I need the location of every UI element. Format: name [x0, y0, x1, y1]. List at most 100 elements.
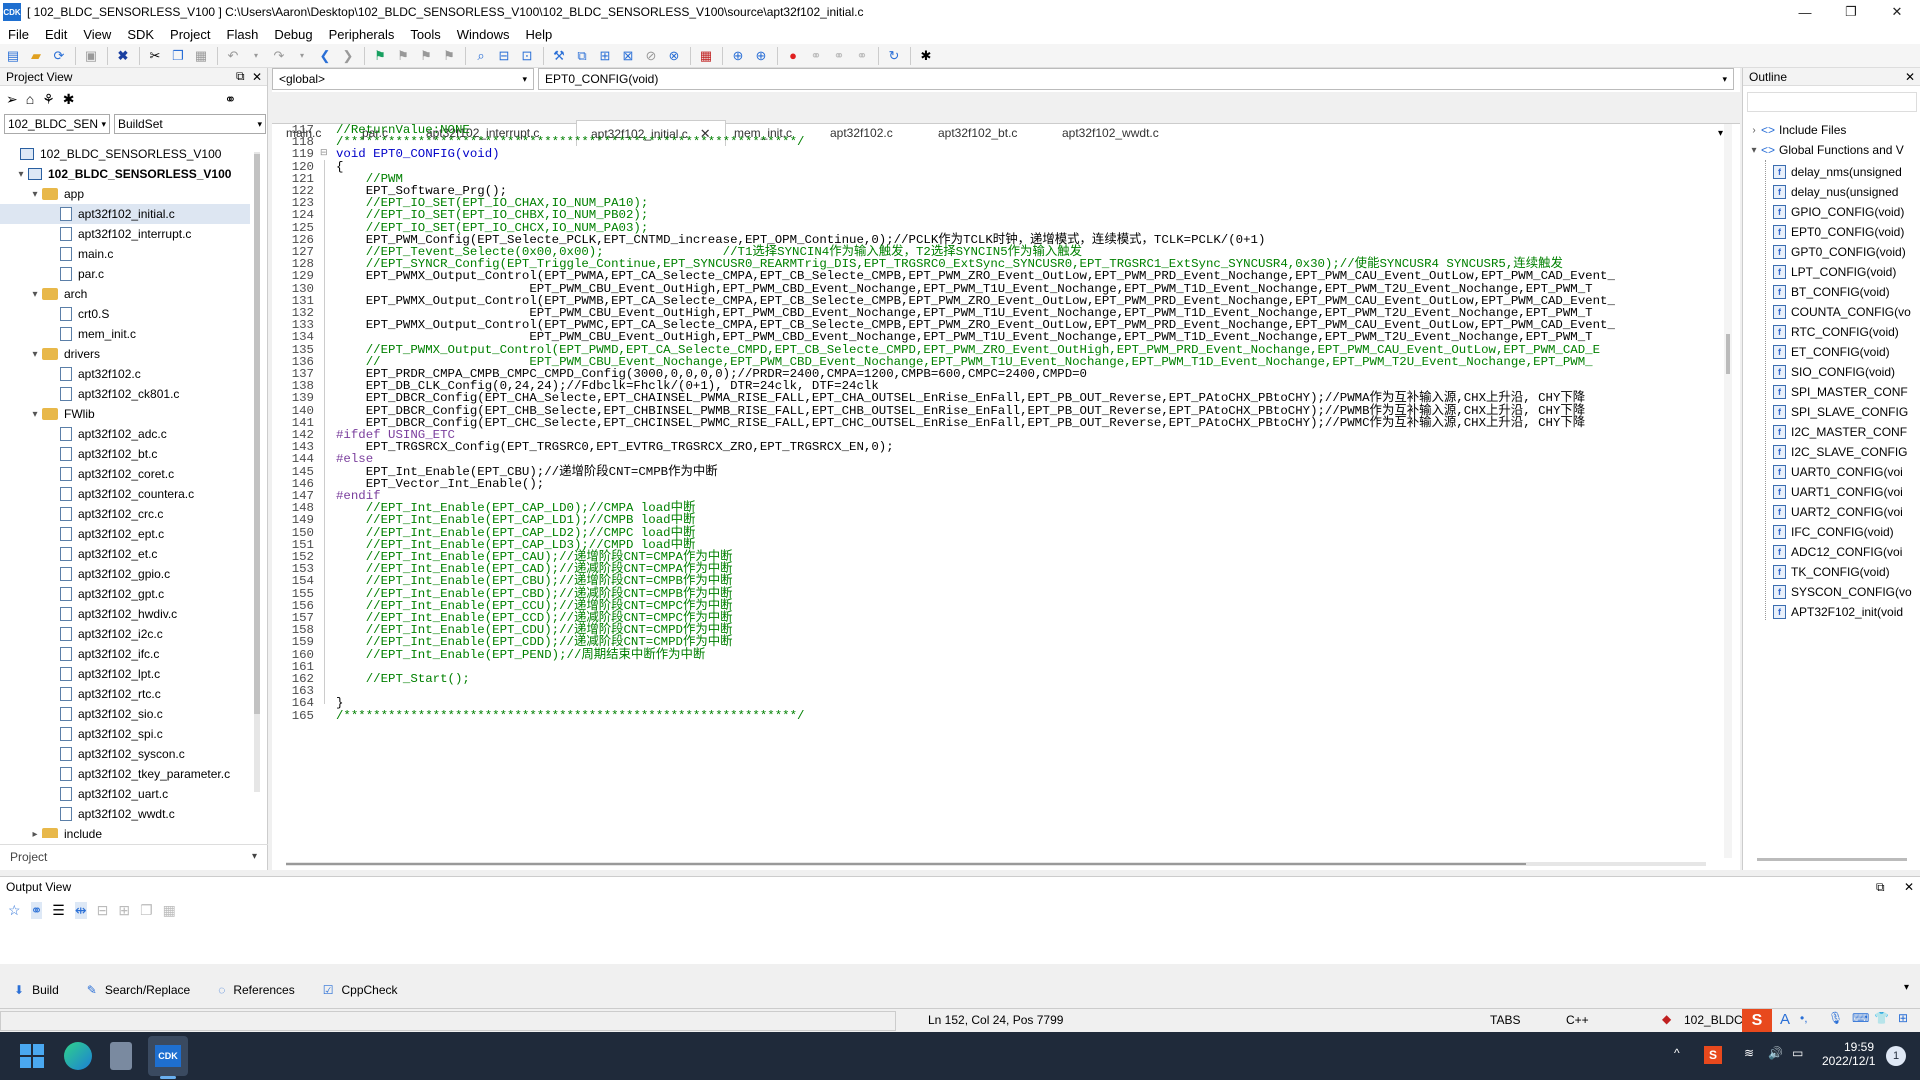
outline-item[interactable]: f RTC_CONFIG(void) — [1773, 322, 1920, 342]
code-editor[interactable]: 117//ReturnValue:NONE 118/***************… — [272, 124, 1712, 858]
code-line[interactable]: 119 void EPT0_CONFIG(void) — [272, 148, 1712, 161]
chevron-down-icon[interactable]: ▾ — [14, 169, 28, 180]
start-debug-icon[interactable]: ● — [782, 46, 804, 66]
batch-build-icon[interactable]: ⊠ — [617, 46, 639, 66]
refresh-icon[interactable]: ↻ — [883, 46, 905, 66]
menu-debug[interactable]: Debug — [266, 27, 320, 42]
bug-icon[interactable]: ✱ — [915, 46, 937, 66]
buildset-select[interactable]: BuildSet ▾ — [114, 114, 266, 134]
outline-item[interactable]: f GPT0_CONFIG(void) — [1773, 242, 1920, 262]
outline-group-includes[interactable]: › <> Include Files — [1747, 120, 1846, 140]
clean-icon[interactable]: ⊗ — [663, 46, 685, 66]
bookmark-flag-icon[interactable]: ⚑ — [369, 46, 391, 66]
tab-build[interactable]: ⬇ Build — [0, 976, 73, 1004]
word-wrap-icon[interactable]: ⇹ — [74, 901, 87, 919]
code-line[interactable]: 129 EPT_PWMX_Output_Control(EPT_PWMA,EPT… — [272, 270, 1712, 283]
outline-item[interactable]: f LPT_CONFIG(void) — [1773, 262, 1920, 282]
code-line[interactable]: 120 { — [272, 160, 1712, 173]
tree-item-workspace[interactable]: 102_BLDC_SENSORLESS_V100 — [0, 144, 250, 164]
tree-item-file[interactable]: apt32f102_rtc.c — [0, 684, 250, 704]
outline-item[interactable]: f UART0_CONFIG(voi — [1773, 462, 1920, 482]
code-line[interactable]: 130 EPT_PWM_CBU_Event_OutHigh,EPT_PWM_CB… — [272, 282, 1712, 295]
debug-step-icon[interactable]: ⚭ — [805, 46, 827, 66]
tree-item-file[interactable]: apt32f102_sio.c — [0, 704, 250, 724]
outline-item[interactable]: f TK_CONFIG(void) — [1773, 562, 1920, 582]
code-line[interactable]: 145 EPT_Int_Enable(EPT_CBU);//递增阶段CNT=CM… — [272, 465, 1712, 478]
tray-ime-icon[interactable]: S — [1704, 1046, 1722, 1064]
editor-hscrollbar-thumb[interactable] — [286, 863, 1526, 865]
outline-item[interactable]: f UART2_CONFIG(voi — [1773, 502, 1920, 522]
close-panel-icon[interactable]: ✕ — [1904, 880, 1914, 894]
tree-item-file[interactable]: apt32f102_coret.c — [0, 464, 250, 484]
tree-item-file[interactable]: apt32f102_spi.c — [0, 724, 250, 744]
menu-edit[interactable]: Edit — [37, 27, 75, 42]
outline-item[interactable]: f SYSCON_CONFIG(vo — [1773, 582, 1920, 602]
tree-item-folder[interactable]: ▾ FWlib — [0, 404, 250, 424]
tree-item-file[interactable]: apt32f102_lpt.c — [0, 664, 250, 684]
chevron-right-icon[interactable]: ▸ — [28, 829, 42, 839]
bookmark-prev-icon[interactable]: ⚑ — [392, 46, 414, 66]
tree-item-file[interactable]: main.c — [0, 244, 250, 264]
tree-item-file[interactable]: apt32f102_ept.c — [0, 524, 250, 544]
keyboard-icon[interactable]: ⌨ — [1852, 1011, 1869, 1025]
outline-item[interactable]: f SPI_MASTER_CONF — [1773, 382, 1920, 402]
ime-logo-icon[interactable]: S — [1742, 1009, 1772, 1033]
code-line[interactable]: 139 EPT_DBCR_Config(EPT_CHA_Selecte,EPT_… — [272, 392, 1712, 405]
edge-browser-icon[interactable] — [64, 1042, 92, 1070]
chevron-down-icon[interactable]: ▾ — [1904, 982, 1909, 993]
microphone-icon[interactable]: 🎙 — [1828, 1011, 1843, 1025]
save-output-icon[interactable]: ⊞ — [118, 902, 130, 919]
ime-lang-icon[interactable]: A — [1780, 1011, 1790, 1028]
chevron-right-icon[interactable]: › — [1747, 125, 1761, 136]
notification-badge[interactable]: 1 — [1886, 1046, 1906, 1066]
code-line[interactable]: 140 EPT_DBCR_Config(EPT_CHB_Selecte,EPT_… — [272, 404, 1712, 417]
chevron-down-icon[interactable]: ▾ — [28, 409, 42, 420]
outline-item[interactable]: f GPIO_CONFIG(void) — [1773, 202, 1920, 222]
home-icon[interactable]: ⌂ — [26, 91, 34, 107]
tree-item-file[interactable]: apt32f102_crc.c — [0, 504, 250, 524]
code-line[interactable]: 134 EPT_PWM_CBU_Event_OutHigh,EPT_PWM_CB… — [272, 331, 1712, 344]
code-line[interactable]: 141 EPT_DBCR_Config(EPT_CHC_Selecte,EPT_… — [272, 416, 1712, 429]
tree-item-file[interactable]: apt32f102_adc.c — [0, 424, 250, 444]
tray-chevron-up-icon[interactable]: ^ — [1674, 1046, 1680, 1060]
wifi-icon[interactable]: ≋ — [1744, 1046, 1754, 1060]
code-line[interactable]: 159 //EPT_Int_Enable(EPT_CDD);//递减阶段CNT=… — [272, 636, 1712, 649]
reload-icon[interactable]: ⟳ — [48, 46, 70, 66]
chevron-down-icon[interactable]: ▾ — [252, 851, 257, 862]
outline-item[interactable]: f ET_CONFIG(void) — [1773, 342, 1920, 362]
tree-item-file[interactable]: apt32f102_uart.c — [0, 784, 250, 804]
menu-project[interactable]: Project — [162, 27, 218, 42]
code-line[interactable]: 144 #else — [272, 453, 1712, 466]
outline-group-globals[interactable]: ▾ <> Global Functions and V — [1747, 140, 1903, 160]
tab-list-chevron-icon[interactable]: ▾ — [1718, 128, 1723, 139]
editor-vscrollbar-thumb[interactable] — [1726, 334, 1730, 374]
copy-output-icon[interactable]: ❐ — [140, 902, 153, 919]
tree-item-file[interactable]: apt32f102_gpt.c — [0, 584, 250, 604]
tree-item-file[interactable]: apt32f102_hwdiv.c — [0, 604, 250, 624]
outline-item[interactable]: f I2C_MASTER_CONF — [1773, 422, 1920, 442]
function-select[interactable]: EPT0_CONFIG(void) ▾ — [538, 68, 1734, 90]
outline-item[interactable]: f SPI_SLAVE_CONFIG — [1773, 402, 1920, 422]
editor-hscrollbar[interactable] — [286, 862, 1706, 866]
tab-cppcheck[interactable]: ☑ CppCheck — [309, 976, 412, 1004]
project-select[interactable]: 102_BLDC_SEN ▾ — [4, 114, 110, 134]
menu-tools[interactable]: Tools — [402, 27, 448, 42]
link-editor-icon[interactable]: ⚭ — [225, 91, 237, 108]
outline-filter-input[interactable] — [1747, 92, 1917, 112]
code-line[interactable]: 125 //EPT_IO_SET(EPT_IO_CHCX,IO_NUM_PA03… — [272, 221, 1712, 234]
tree-item-folder[interactable]: ▾ app — [0, 184, 250, 204]
tree-item-file[interactable]: apt32f102_et.c — [0, 544, 250, 564]
tree-scrollbar[interactable] — [254, 152, 260, 792]
menu-peripherals[interactable]: Peripherals — [321, 27, 403, 42]
outline-item[interactable]: f IFC_CONFIG(void) — [1773, 522, 1920, 542]
tree-item-file[interactable]: apt32f102_syscon.c — [0, 744, 250, 764]
navigate-forward-icon[interactable]: ❯ — [337, 46, 359, 66]
close-panel-icon[interactable]: ✕ — [1905, 70, 1915, 84]
menu-file[interactable]: File — [0, 27, 37, 42]
outline-item[interactable]: f SIO_CONFIG(void) — [1773, 362, 1920, 382]
build-icon[interactable]: ⚒ — [548, 46, 570, 66]
outline-item[interactable]: f UART1_CONFIG(voi — [1773, 482, 1920, 502]
code-line[interactable]: 161 — [272, 660, 1712, 673]
tab-search-replace[interactable]: ✎ Search/Replace — [73, 976, 204, 1004]
find-in-files-icon[interactable]: ⊟ — [493, 46, 515, 66]
